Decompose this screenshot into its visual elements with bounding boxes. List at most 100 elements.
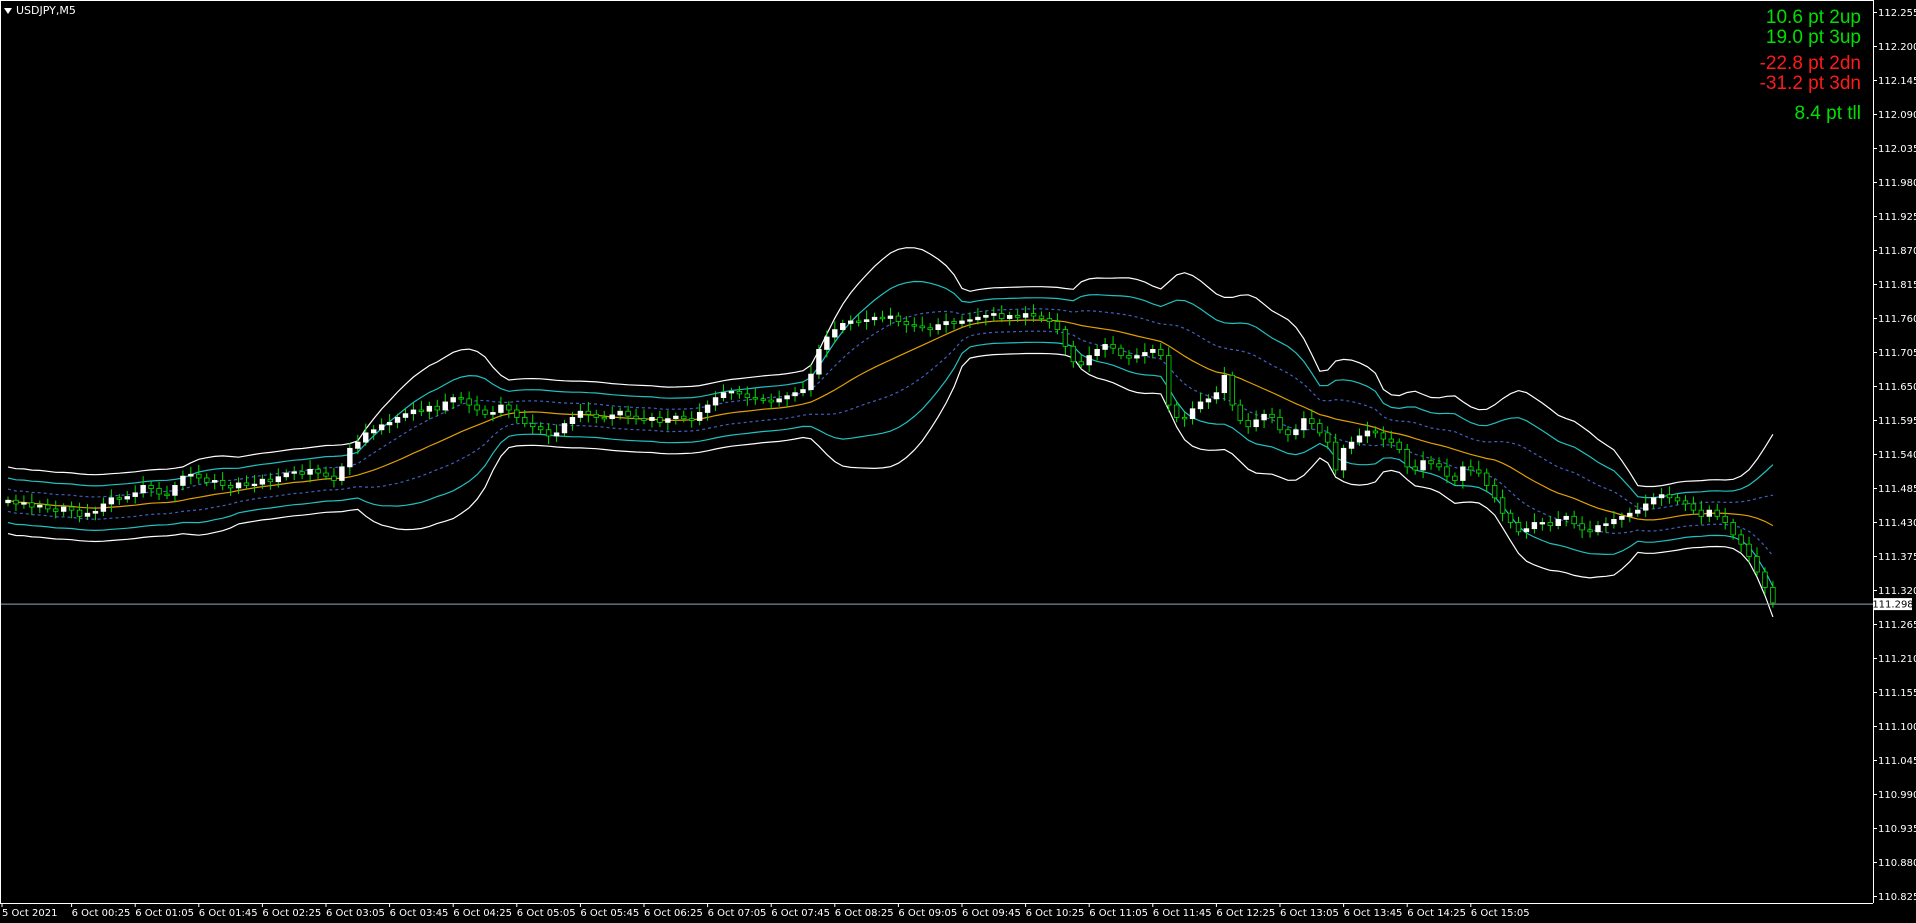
candle-bull	[808, 373, 814, 390]
candle-bull	[1635, 509, 1641, 514]
candle-bear	[196, 473, 202, 479]
candle-bear	[1682, 500, 1689, 505]
candle-bull	[696, 412, 703, 421]
candle-bull	[426, 405, 433, 412]
band-stats-panel: 10.6 pt 2up 19.0 pt 3up -22.8 pt 2dn -31.2 …	[1760, 8, 1861, 124]
candle-bear	[1229, 374, 1235, 406]
candle-bull	[394, 417, 401, 423]
y-tick-label: 111.045	[1878, 756, 1916, 767]
candle-bear	[1269, 413, 1275, 418]
candle-bear	[625, 410, 631, 417]
candle-bull	[188, 473, 194, 477]
candle-bull	[21, 502, 27, 505]
candle-bear	[68, 506, 75, 511]
candle-bear	[1579, 523, 1585, 531]
candle-bear	[1014, 315, 1021, 318]
candle-bear	[530, 423, 536, 428]
candle-bear	[323, 472, 329, 477]
candle-bear	[1770, 587, 1776, 604]
candle-bear	[903, 321, 910, 326]
chevron-down-icon[interactable]	[4, 7, 12, 14]
candle-bull	[800, 389, 806, 394]
candle-bull	[1150, 349, 1156, 353]
y-tick-label: 111.540	[1878, 450, 1916, 461]
candle-bull	[673, 415, 679, 420]
candle-bear	[1444, 466, 1450, 477]
candle-bear	[927, 327, 933, 331]
candle-bear	[1499, 497, 1506, 514]
candle-bull	[172, 485, 178, 496]
candle-bull	[291, 471, 297, 474]
candle-bear	[1428, 460, 1434, 465]
candle-bull	[108, 497, 115, 505]
candle-bear	[1507, 512, 1514, 523]
candle-bear	[267, 478, 274, 483]
candle-bear	[1762, 571, 1768, 588]
x-tick-label: 6 Oct 07:05	[708, 908, 767, 919]
price-chart[interactable]: 112.255 112.200 112.145 112.090 112.035 111.9…	[0, 0, 1916, 923]
candle-bear	[76, 509, 83, 517]
candle-bull	[1364, 430, 1371, 437]
x-tick-label: 6 Oct 11:45	[1153, 908, 1212, 919]
candle-bear	[1722, 515, 1728, 523]
symbol-label: USDJPY,M5	[16, 4, 76, 17]
candle-bear	[13, 499, 19, 505]
candle-bull	[1213, 392, 1220, 400]
candle-bear	[1396, 441, 1402, 450]
candle-bear	[1126, 355, 1132, 359]
candle-bear	[1714, 509, 1720, 517]
candle-bull	[1102, 344, 1108, 350]
x-tick-label: 6 Oct 15:05	[1471, 908, 1530, 919]
candle-bear	[1690, 503, 1697, 511]
candle-bull	[1261, 413, 1267, 421]
candle-bear	[45, 504, 51, 510]
candle-bull	[1142, 352, 1148, 356]
candle-bull	[1189, 408, 1196, 420]
x-tick-label: 6 Oct 01:05	[135, 908, 194, 919]
candle-bull	[561, 423, 568, 434]
candle-bull	[1460, 466, 1466, 481]
candle-bear	[514, 409, 520, 418]
y-tick-label: 111.265	[1878, 620, 1916, 631]
candle-bull	[1134, 355, 1140, 359]
candle-bull	[92, 510, 99, 514]
candle-bull	[1643, 503, 1649, 511]
candle-bull	[1539, 522, 1546, 525]
candle-bear	[919, 325, 925, 329]
candle-bull	[1094, 349, 1100, 356]
candle-bear	[1046, 318, 1053, 322]
symbol-title[interactable]: USDJPY,M5	[4, 4, 76, 17]
candle-bull	[100, 503, 107, 512]
candle-bear	[593, 413, 599, 418]
candle-bull	[124, 496, 130, 500]
y-tick-label: 111.705	[1878, 348, 1916, 359]
candle-bull	[370, 429, 377, 434]
candle-bear	[736, 391, 743, 395]
y-tick-label: 111.375	[1878, 552, 1916, 563]
candle-bear	[1062, 329, 1069, 347]
candle-bull	[1007, 315, 1013, 319]
y-tick-label: 112.145	[1878, 76, 1916, 87]
candle-bear	[1547, 522, 1553, 526]
candle-bull	[1619, 515, 1625, 520]
x-tick-label: 6 Oct 02:25	[262, 908, 321, 919]
candle-bull	[363, 432, 369, 443]
candle-bear	[53, 508, 59, 512]
candle-bear	[537, 426, 544, 431]
candle-bear	[331, 475, 337, 481]
candle-bull	[1301, 418, 1307, 431]
candle-bear	[545, 429, 552, 437]
candle-bear	[999, 313, 1005, 319]
y-tick-label: 111.320	[1878, 586, 1916, 597]
candle-bull	[5, 499, 11, 504]
candle-bear	[116, 497, 122, 500]
x-tick-label: 6 Oct 13:05	[1280, 908, 1339, 919]
candle-bear	[1491, 485, 1498, 499]
candle-bear	[1388, 438, 1394, 443]
candle-bear	[1054, 321, 1061, 331]
y-tick-label: 111.155	[1878, 688, 1916, 699]
y-tick-label: 111.870	[1878, 246, 1916, 257]
candle-bull	[863, 319, 870, 322]
candle-bear	[29, 502, 35, 508]
candle-bull	[410, 409, 417, 415]
